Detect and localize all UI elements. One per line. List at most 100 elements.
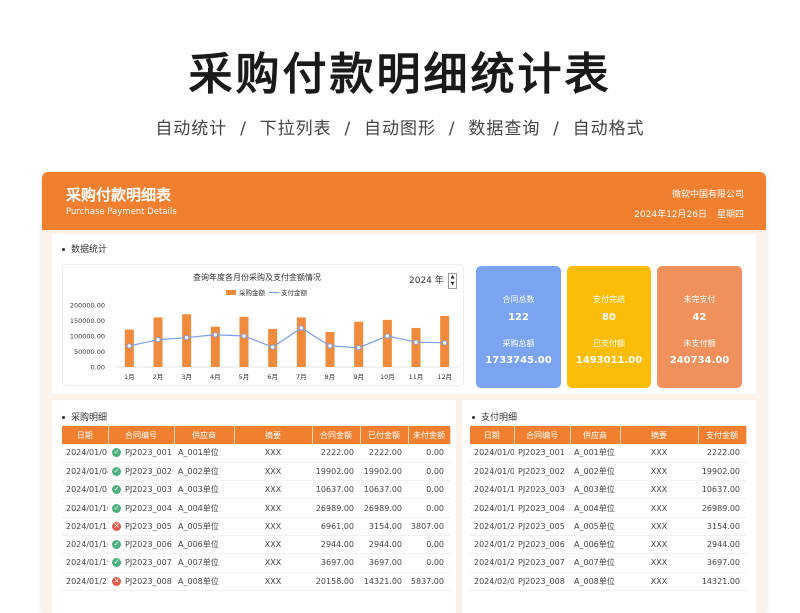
page-subtitle: 自动统计 / 下拉列表 / 自动图形 / 数据查询 / 自动格式 — [155, 119, 645, 139]
x-tick-label: 5月 — [239, 373, 250, 381]
contract-cell: ✓ PJ2023_004 — [108, 498, 174, 518]
payment-header-row: 日期 合同编号 供应商 摘要 支付金额 — [470, 426, 747, 444]
x-tick-label: 11月 — [409, 373, 424, 381]
contract-cell: PJ2023_003 — [514, 480, 570, 500]
table-row[interactable]: 2024/01/12PJ2023_003A_003单位XXX10637.00 — [470, 480, 746, 500]
legend-bar-swatch — [226, 290, 236, 295]
bar — [325, 331, 335, 367]
stat-label: 支付完结 — [593, 295, 625, 304]
amount-cell: 2944.00 — [312, 535, 360, 555]
table-row[interactable]: 2024/01/04 ✓ PJ2023_002 A_002单位 XXX 19902.00 1… — [62, 462, 450, 482]
table-row[interactable]: 2024/01/20PJ2023_005A_005单位XXX3154.00 — [470, 517, 746, 536]
spin-up-icon[interactable]: ▲ — [449, 274, 456, 281]
amount-cell: 2222.00 — [312, 444, 360, 463]
stat-card-unpaid: 未完支付 42 未支付额 240734.00 — [657, 266, 742, 388]
contract-cell: PJ2023_006 — [514, 535, 570, 555]
date-cell: 2024/01/08 — [470, 462, 514, 482]
stat-value: 240734.00 — [669, 355, 730, 366]
supplier-cell: A_004单位 — [570, 498, 620, 518]
table-row[interactable]: 2024/01/01 ✓ PJ2023_001 A_001单位 XXX 2222.00 22… — [62, 444, 450, 463]
table-row[interactable]: 2024/01/13 ✕ PJ2023_005 A_005单位 XXX 6961.00 31… — [62, 517, 450, 536]
amount-cell: 14321.00 — [698, 572, 746, 591]
contract-cell: PJ2023_001 — [514, 444, 570, 463]
legend-label-1: 支付金额 — [281, 288, 308, 297]
supplier-cell: A_001单位 — [174, 444, 234, 463]
paid-cell: 19902.00 — [360, 462, 408, 482]
cross-icon: ✕ — [112, 576, 121, 586]
spin-down-icon[interactable]: ▼ — [449, 281, 456, 288]
paid-cell: 2222.00 — [360, 444, 408, 463]
contract-cell: ✕ PJ2023_008 — [108, 572, 174, 591]
y-tick-label: 200000.00 — [70, 302, 105, 310]
summary-cell: XXX — [620, 553, 698, 573]
unpaid-cell: 0.00 — [408, 444, 450, 463]
table-row[interactable]: 2024/01/07 ✓ PJ2023_003 A_003单位 XXX 10637.00 1… — [62, 480, 450, 500]
contract-cell: ✓ PJ2023_003 — [108, 480, 174, 500]
payment-col-header: 合同编号 — [514, 426, 571, 444]
purchase-col-header: 未付金额 — [408, 426, 451, 444]
contract-cell: ✓ PJ2023_007 — [108, 553, 174, 573]
x-tick-label: 9月 — [353, 373, 364, 381]
table-row[interactable]: 2024/01/28PJ2023_007A_007单位XXX3697.00 — [470, 553, 746, 573]
summary-cell: XXX — [234, 572, 312, 591]
year-value: 2024 年 — [409, 276, 444, 286]
table-row[interactable]: 2024/02/01PJ2023_008A_008单位XXX14321.00 — [470, 572, 746, 591]
contract-number: PJ2023_006 — [125, 540, 172, 550]
supplier-cell: A_006单位 — [570, 535, 620, 555]
paid-cell: 3154.00 — [360, 517, 408, 536]
amount-cell: 26989.00 — [698, 498, 746, 518]
stat-card-contracts: 合同总数 122 采购总额 1733745.00 — [476, 266, 561, 388]
table-row[interactable]: 2024/01/16PJ2023_004A_004单位XXX26989.00 — [470, 498, 746, 518]
summary-cell: XXX — [234, 535, 312, 555]
date-text: 2024年12月26日 — [634, 210, 707, 220]
weekday-text: 星期四 — [716, 210, 744, 220]
table-row[interactable]: 2024/01/24PJ2023_006A_006单位XXX2944.00 — [470, 535, 746, 555]
table-row[interactable]: 2024/01/19 ✓ PJ2023_007 A_007单位 XXX 3697.00 36… — [62, 553, 450, 573]
amount-cell: 10637.00 — [312, 480, 360, 500]
purchase-table: 日期 合同编号 供应商 摘要 合同金额 已付金额 未付金额 2024/01/01 ✓ PJ202… — [62, 426, 451, 591]
contract-cell: ✓ PJ2023_001 — [108, 444, 174, 463]
amount-cell: 3154.00 — [698, 517, 746, 536]
table-row[interactable]: 2024/01/04PJ2023_001A_001单位XXX2222.00 — [470, 444, 746, 463]
supplier-cell: A_004单位 — [174, 498, 234, 518]
bar — [239, 316, 249, 367]
table-row[interactable]: 2024/01/10 ✓ PJ2023_004 A_004单位 XXX 26989.00 2… — [62, 498, 450, 518]
amount-cell: 3697.00 — [312, 553, 360, 573]
contract-cell: PJ2023_008 — [514, 572, 570, 591]
year-spinner[interactable]: ▲ ▼ — [448, 273, 457, 289]
table-row[interactable]: 2024/01/22 ✕ PJ2023_008 A_008单位 XXX 20158.00 1… — [62, 572, 450, 591]
bar — [411, 327, 421, 367]
table-row[interactable]: 2024/01/08PJ2023_002A_002单位XXX19902.00 — [470, 462, 746, 482]
purchase-col-header: 日期 — [62, 426, 109, 444]
summary-cell: XXX — [620, 517, 698, 536]
line-point — [269, 344, 276, 350]
contract-cell: PJ2023_005 — [514, 517, 570, 536]
contract-number: PJ2023_004 — [125, 503, 172, 513]
line-point — [155, 337, 161, 343]
contract-number: PJ2023_007 — [125, 558, 172, 568]
contract-number: PJ2023_005 — [125, 521, 172, 531]
header-date: 2024年12月26日 星期四 — [634, 207, 744, 220]
stat-label: 未支付额 — [683, 339, 716, 348]
contract-number: PJ2023_008 — [125, 576, 172, 586]
line-point — [183, 334, 190, 341]
summary-cell: XXX — [234, 553, 312, 573]
date-cell: 2024/01/16 — [470, 498, 514, 518]
contract-cell: ✕ PJ2023_005 — [108, 517, 174, 536]
payment-table: 日期合同编号供应商摘要支付金额 2024/01/04PJ2023_001A_00… — [470, 426, 747, 591]
year-select[interactable]: 2024 年 ▲ ▼ — [409, 273, 457, 289]
header-title: 采购付款明细表 — [66, 186, 172, 204]
x-tick-label: 8月 — [325, 373, 336, 381]
table-row[interactable]: 2024/01/16 ✓ PJ2023_006 A_006单位 XXX 2944.00 29… — [62, 535, 450, 555]
x-tick-label: 1月 — [124, 373, 135, 381]
date-cell: 2024/01/04 — [62, 462, 108, 482]
date-cell: 2024/01/16 — [62, 535, 108, 555]
purchase-col-header: 已付金额 — [360, 426, 409, 444]
summary-cell: XXX — [620, 462, 698, 482]
supplier-cell: A_007单位 — [570, 553, 620, 573]
x-tick-label: 7月 — [296, 373, 307, 381]
check-icon: ✓ — [112, 540, 121, 550]
supplier-cell: A_001单位 — [570, 444, 620, 463]
contract-cell: ✓ PJ2023_006 — [108, 535, 174, 555]
amount-cell: 6961.00 — [312, 517, 360, 536]
